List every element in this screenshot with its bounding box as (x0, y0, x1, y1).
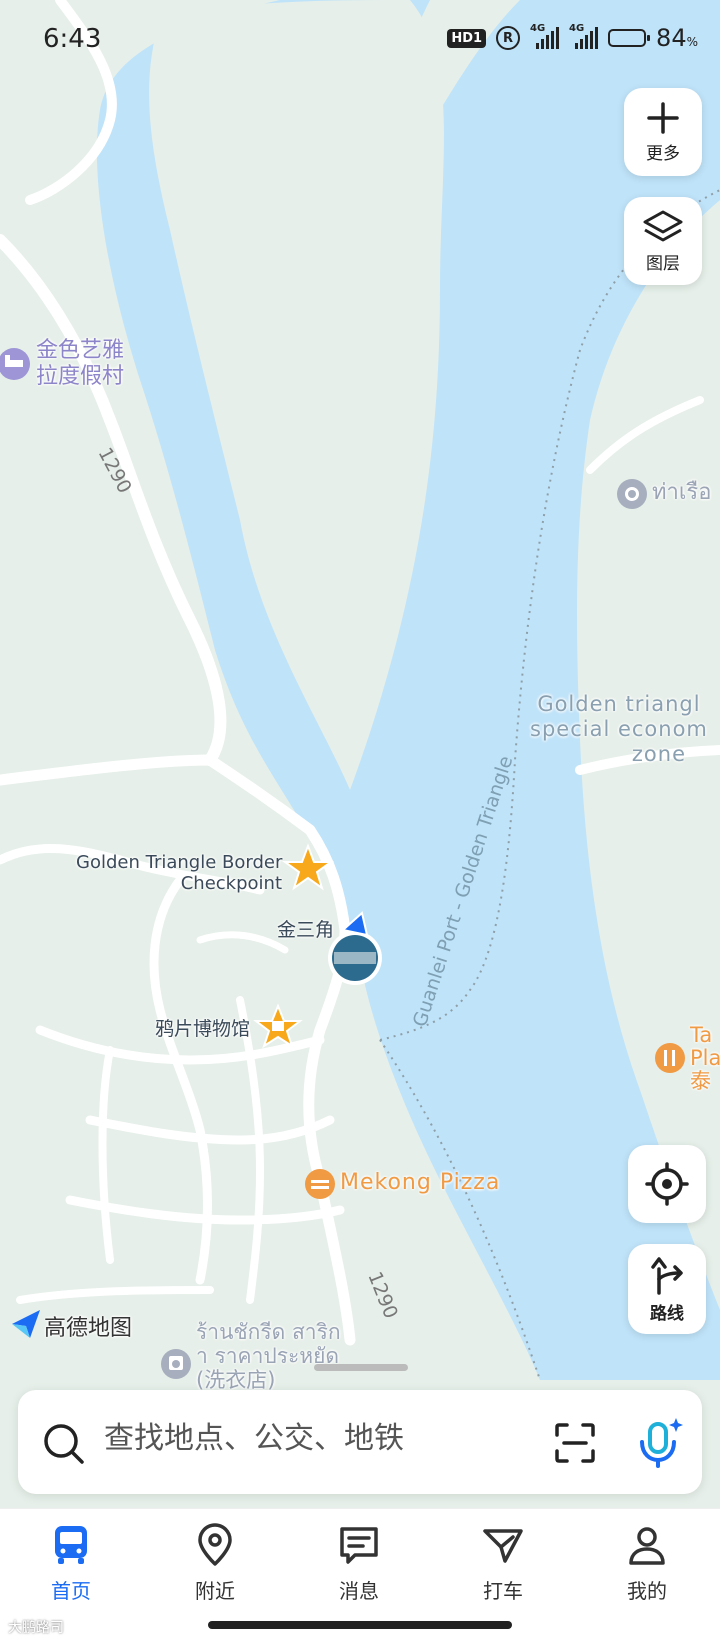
poi-pizza-label[interactable]: Mekong Pizza (340, 1170, 500, 1195)
search-icon (44, 1424, 84, 1464)
poi-pier-label[interactable]: ท่าเรือ (652, 481, 711, 505)
poi-sez-label[interactable]: Golden triangl special econom zone (530, 692, 708, 767)
poi-sez-line3: zone (631, 742, 686, 766)
person-icon (629, 1527, 665, 1565)
taxi-icon (483, 1529, 523, 1563)
right-restaurant-marker[interactable] (655, 1043, 685, 1073)
plus-icon (647, 101, 679, 134)
status-time: 6:43 (43, 24, 102, 54)
scan-icon[interactable] (554, 1422, 596, 1464)
battery-icon (608, 29, 651, 47)
poi-golden-triangle-label[interactable]: 金三角 (277, 915, 334, 942)
route-label: 路线 (650, 1303, 684, 1324)
more-label: 更多 (646, 143, 680, 164)
home-indicator[interactable] (208, 1621, 512, 1629)
tab-me[interactable]: 我的 (592, 1523, 702, 1604)
poi-sez-line1: Golden triangl (537, 692, 701, 716)
poi-opium-museum-label[interactable]: 鸦片博物馆 (155, 1014, 250, 1041)
hd-badge: HD1 (447, 28, 487, 48)
poi-resort-line1: 金色艺雅 (36, 338, 125, 363)
network-type-1: 4G (530, 23, 546, 34)
poi-sez-line2: special econom (530, 717, 708, 741)
locate-me-button[interactable] (628, 1145, 706, 1223)
tab-taxi-label: 打车 (483, 1579, 523, 1603)
registered-icon: R (496, 26, 521, 50)
voice-mic-icon[interactable] (636, 1416, 684, 1468)
poi-right-restaurant-label[interactable]: Ta Pla 泰 (690, 1024, 720, 1093)
bus-icon (55, 1526, 87, 1564)
network-type-2: 4G (569, 23, 585, 34)
tab-home-label: 首页 (51, 1579, 91, 1603)
watermark: 大鹏路司 (8, 1620, 64, 1636)
tab-messages[interactable]: 消息 (304, 1523, 414, 1604)
layers-icon (643, 210, 683, 241)
status-bar: 6:43 HD1 R 4G 4G 84% (0, 0, 720, 80)
message-icon (340, 1527, 378, 1564)
pizza-marker[interactable] (305, 1169, 335, 1199)
poi-laundry-line1: ร้านชักรีด สาริก (196, 1320, 341, 1344)
tab-taxi[interactable]: 打车 (448, 1523, 558, 1604)
tab-home[interactable]: 首页 (16, 1523, 126, 1604)
locate-crosshair-icon (645, 1162, 689, 1206)
poi-laundry-label[interactable]: ร้านชักรีด สาริก า ราคาประหยัด (洗衣店) (196, 1320, 341, 1392)
poi-resort-line2: 拉度假村 (36, 364, 125, 389)
signal-icon-2: 4G (569, 23, 599, 49)
more-button[interactable]: 更多 (624, 88, 702, 176)
poi-right-line3: 泰 (690, 1069, 711, 1093)
route-button[interactable]: 路线 (628, 1244, 706, 1334)
poi-right-line2: Pla (690, 1046, 720, 1070)
poi-laundry-line3: (洗衣店) (196, 1368, 276, 1392)
poi-resort-label[interactable]: 金色艺雅 拉度假村 (36, 338, 124, 390)
sheet-drag-handle[interactable] (314, 1364, 408, 1371)
pier-marker[interactable] (617, 479, 647, 509)
poi-border-line1: Golden Triangle Border (76, 852, 283, 873)
status-icons: HD1 R 4G 4G 84% (447, 23, 698, 52)
tab-nearby-label: 附近 (195, 1579, 235, 1603)
tab-me-label: 我的 (627, 1579, 667, 1603)
layers-label: 图层 (646, 253, 680, 274)
tab-nearby[interactable]: 附近 (160, 1523, 270, 1604)
laundry-marker[interactable] (161, 1349, 191, 1379)
tab-messages-label: 消息 (339, 1579, 379, 1603)
poi-border-checkpoint-label[interactable]: Golden Triangle Border Checkpoint (76, 852, 282, 894)
location-pin-icon (198, 1523, 232, 1566)
search-bar[interactable] (18, 1390, 702, 1494)
signal-icon-1: 4G (530, 23, 560, 49)
layers-button[interactable]: 图层 (624, 197, 702, 285)
amap-brand-label: 高德地图 (44, 1316, 133, 1341)
search-input[interactable] (104, 1422, 504, 1456)
battery-percent: 84% (656, 24, 698, 52)
route-arrow-icon (651, 1256, 683, 1295)
poi-border-line2: Checkpoint (180, 873, 282, 894)
poi-right-line1: Ta (690, 1023, 713, 1047)
